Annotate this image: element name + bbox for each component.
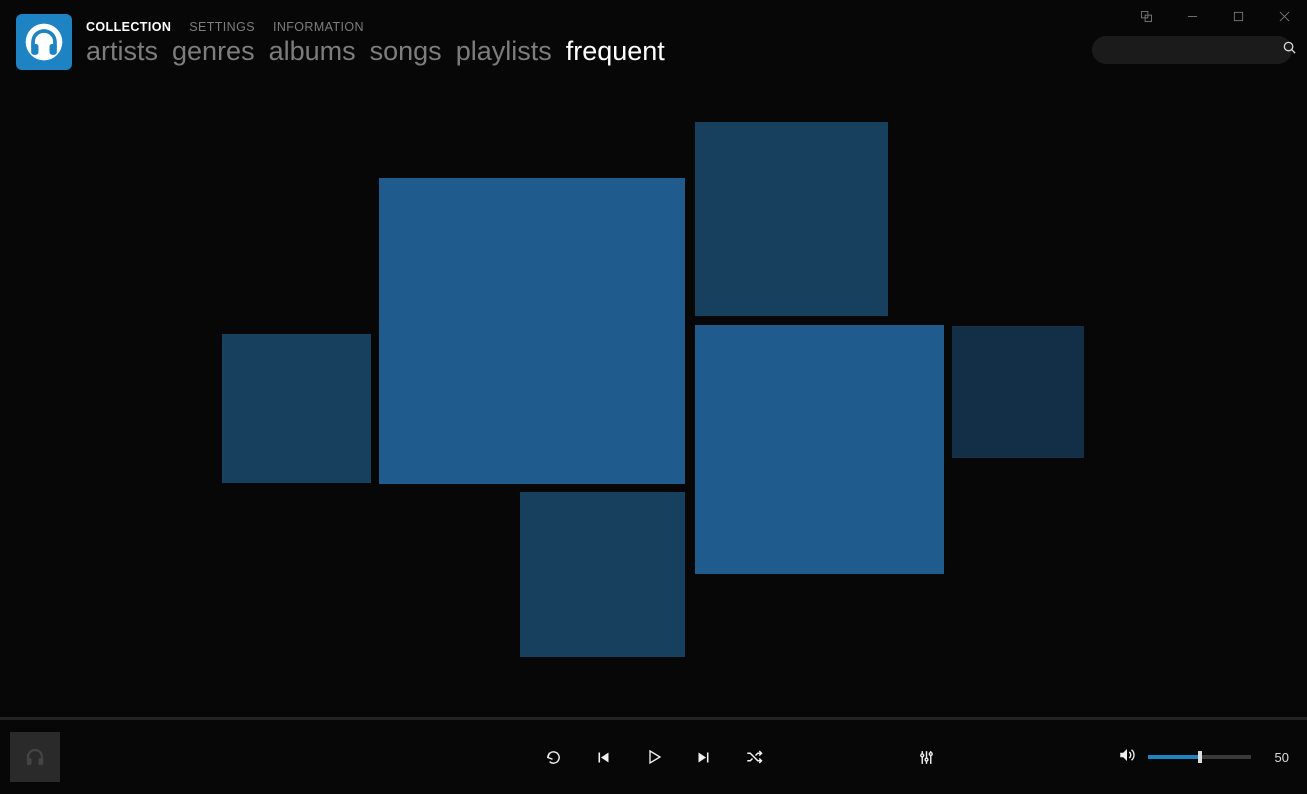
search-input[interactable]: [1106, 43, 1282, 58]
shuffle-button[interactable]: [743, 746, 765, 768]
album-tile[interactable]: [379, 178, 685, 484]
maximize-button[interactable]: [1215, 1, 1261, 31]
transport-controls: [543, 746, 765, 768]
album-tile[interactable]: [695, 325, 944, 574]
player-bar: 50: [0, 720, 1307, 794]
volume-icon[interactable]: [1118, 746, 1136, 769]
equalizer-button[interactable]: [915, 746, 937, 768]
minimize-button[interactable]: [1169, 1, 1215, 31]
now-playing-art[interactable]: [10, 732, 60, 782]
volume-value: 50: [1263, 750, 1289, 765]
top-nav: COLLECTION SETTINGS INFORMATION: [86, 20, 665, 34]
nav-collection[interactable]: COLLECTION: [86, 20, 171, 34]
volume-control: 50: [1118, 746, 1289, 769]
subnav-albums[interactable]: albums: [269, 36, 356, 67]
subnav-genres[interactable]: genres: [172, 36, 255, 67]
album-tile[interactable]: [952, 326, 1084, 458]
mini-player-button[interactable]: [1123, 1, 1169, 31]
subnav-artists[interactable]: artists: [86, 36, 158, 67]
album-tile[interactable]: [520, 492, 685, 657]
album-tile[interactable]: [695, 122, 888, 316]
play-button[interactable]: [643, 746, 665, 768]
repeat-button[interactable]: [543, 746, 565, 768]
close-button[interactable]: [1261, 1, 1307, 31]
next-button[interactable]: [693, 746, 715, 768]
sub-nav: artists genres albums songs playlists fr…: [86, 36, 665, 67]
volume-slider[interactable]: [1148, 755, 1251, 759]
app-logo[interactable]: [16, 14, 72, 70]
header: COLLECTION SETTINGS INFORMATION artists …: [0, 0, 681, 70]
search-box[interactable]: [1092, 36, 1292, 64]
search-icon[interactable]: [1282, 40, 1297, 60]
window-controls: [1123, 0, 1307, 32]
nav-settings[interactable]: SETTINGS: [189, 20, 255, 34]
subnav-songs[interactable]: songs: [370, 36, 442, 67]
frequent-tile-canvas: [0, 70, 1307, 720]
subnav-playlists[interactable]: playlists: [456, 36, 552, 67]
nav-information[interactable]: INFORMATION: [273, 20, 364, 34]
album-tile[interactable]: [222, 334, 371, 483]
previous-button[interactable]: [593, 746, 615, 768]
subnav-frequent[interactable]: frequent: [566, 36, 665, 67]
